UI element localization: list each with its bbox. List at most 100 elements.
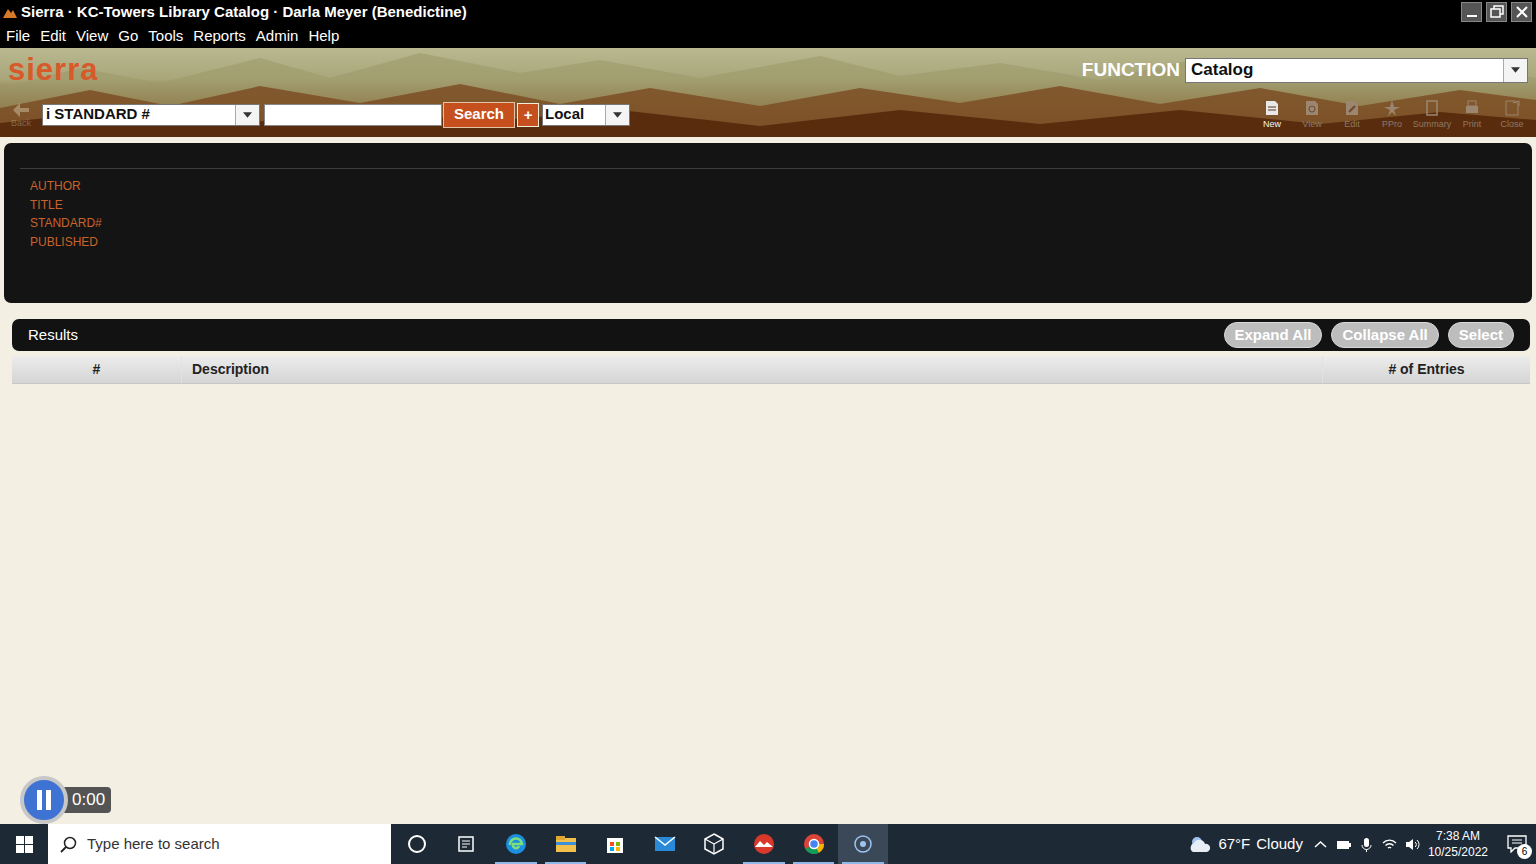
document-icon bbox=[1383, 99, 1401, 119]
menu-item[interactable]: Help bbox=[308, 24, 349, 48]
dropdown-arrow-icon[interactable] bbox=[235, 105, 259, 125]
action-label: Close bbox=[1500, 119, 1523, 130]
taskbar-app[interactable] bbox=[838, 824, 888, 864]
app-window: Sierra · KC-Towers Library Catalog · Dar… bbox=[0, 0, 1536, 864]
battery-icon[interactable] bbox=[1336, 837, 1351, 852]
column-header[interactable]: # bbox=[12, 356, 182, 383]
action-button[interactable]: Print bbox=[1452, 99, 1492, 130]
cortana-icon bbox=[405, 832, 429, 856]
function-dropdown[interactable]: Catalog bbox=[1185, 58, 1528, 83]
taskbar-app[interactable] bbox=[541, 824, 591, 864]
results-bar: ResultsExpand AllCollapse AllSelect bbox=[12, 319, 1530, 351]
close-icon[interactable] bbox=[1511, 2, 1532, 22]
results-button[interactable]: Collapse All bbox=[1331, 322, 1438, 348]
field-label: PUBLISHED bbox=[30, 233, 1520, 252]
clock-time: 7:38 AM bbox=[1428, 828, 1488, 844]
function-label: FUNCTION bbox=[1082, 56, 1180, 85]
taskbar-search[interactable]: Type here to search bbox=[48, 824, 391, 864]
edge-icon bbox=[504, 832, 528, 856]
panel-rule bbox=[20, 168, 1520, 169]
menu-item[interactable]: File bbox=[6, 24, 40, 48]
record-actions: New View Edit PProSummary Print Close bbox=[1252, 99, 1536, 130]
document-icon bbox=[1503, 99, 1521, 119]
clock[interactable]: 7:38 AM10/25/2022 bbox=[1428, 828, 1488, 860]
taskbar-app[interactable] bbox=[491, 824, 541, 864]
document-icon bbox=[1343, 99, 1361, 119]
minimize-icon[interactable] bbox=[1461, 2, 1482, 22]
search-button[interactable]: Search bbox=[443, 102, 515, 128]
cloud-icon bbox=[1188, 835, 1212, 853]
function-selector: FUNCTIONCatalog bbox=[1082, 56, 1536, 85]
dropdown-arrow-icon[interactable] bbox=[605, 105, 629, 125]
action-label: Print bbox=[1463, 119, 1482, 130]
weather-temp: 67°F bbox=[1218, 833, 1250, 856]
title-bar: Sierra · KC-Towers Library Catalog · Dar… bbox=[0, 0, 1536, 24]
action-button[interactable]: View bbox=[1292, 99, 1332, 130]
field-label: TITLE bbox=[30, 196, 1520, 215]
maximize-icon[interactable] bbox=[1486, 2, 1507, 22]
wifi-icon[interactable] bbox=[1382, 837, 1397, 852]
scope-value: Local bbox=[543, 103, 605, 126]
action-button[interactable]: New bbox=[1252, 99, 1292, 130]
record-fields: AUTHORTITLESTANDARD#PUBLISHED bbox=[20, 169, 1520, 251]
search-type-value: i STANDARD # bbox=[43, 103, 235, 126]
add-search-button[interactable]: + bbox=[517, 103, 539, 127]
taskbar-search-placeholder: Type here to search bbox=[87, 833, 220, 856]
taskbar: Type here to search 67°FCloudy 7:38 AM10/2… bbox=[0, 824, 1536, 864]
taskbar-app[interactable] bbox=[640, 824, 690, 864]
document-icon bbox=[1423, 99, 1441, 119]
back-button[interactable]: Back bbox=[0, 102, 42, 128]
menu-item[interactable]: Tools bbox=[148, 24, 193, 48]
search-type-dropdown[interactable]: i STANDARD # bbox=[42, 104, 260, 126]
mail-icon bbox=[653, 832, 677, 856]
function-value: Catalog bbox=[1186, 57, 1503, 83]
menu-item[interactable]: Go bbox=[118, 24, 148, 48]
results-button-state: Select bbox=[1439, 322, 1514, 348]
toolbar-row: Backi STANDARD # Search+Local New View Edit P… bbox=[0, 92, 1536, 137]
running-indicator bbox=[793, 862, 835, 864]
action-button[interactable]: PPro bbox=[1372, 99, 1412, 130]
search-icon bbox=[48, 836, 87, 853]
results-button[interactable]: Expand All bbox=[1224, 322, 1323, 348]
clock-date: 10/25/2022 bbox=[1428, 844, 1488, 860]
windows-start-icon[interactable] bbox=[0, 824, 48, 864]
action-button[interactable]: Close bbox=[1492, 99, 1532, 130]
pause-icon[interactable] bbox=[20, 776, 68, 824]
weather-widget[interactable]: 67°FCloudy bbox=[1188, 833, 1303, 856]
microphone-icon[interactable] bbox=[1359, 837, 1374, 852]
chrome-icon bbox=[802, 832, 826, 856]
cube-icon bbox=[702, 832, 726, 856]
taskview-icon bbox=[454, 832, 478, 856]
dropdown-arrow-icon[interactable] bbox=[1503, 59, 1527, 82]
taskbar-app[interactable] bbox=[442, 824, 492, 864]
taskbar-app[interactable] bbox=[392, 824, 442, 864]
field-label: AUTHOR bbox=[30, 177, 1520, 196]
action-button[interactable]: Summary bbox=[1412, 99, 1452, 130]
column-header[interactable]: # of Entries bbox=[1323, 356, 1530, 383]
scope-dropdown[interactable]: Local bbox=[542, 104, 630, 126]
taskbar-app[interactable] bbox=[739, 824, 789, 864]
action-label: View bbox=[1302, 119, 1321, 130]
window-controls bbox=[1461, 2, 1532, 22]
record-summary-panel: AUTHORTITLESTANDARD#PUBLISHED bbox=[4, 143, 1532, 303]
menu-item[interactable]: Reports bbox=[193, 24, 256, 48]
taskbar-app[interactable] bbox=[789, 824, 839, 864]
column-header[interactable]: Description bbox=[182, 356, 1323, 383]
speaker-icon[interactable] bbox=[1405, 837, 1420, 852]
menu-item[interactable]: View bbox=[76, 24, 118, 48]
sierra-logo: sierra bbox=[0, 52, 98, 88]
action-button[interactable]: Edit bbox=[1332, 99, 1372, 130]
action-label: Summary bbox=[1413, 119, 1452, 130]
document-icon bbox=[1463, 99, 1481, 119]
notification-center[interactable]: 6 bbox=[1502, 824, 1532, 864]
chevron-up-icon[interactable] bbox=[1313, 837, 1328, 852]
menu-item[interactable]: Edit bbox=[40, 24, 76, 48]
results-button[interactable]: Select bbox=[1448, 322, 1514, 348]
menu-item[interactable]: Admin bbox=[256, 24, 309, 48]
taskbar-app[interactable] bbox=[690, 824, 740, 864]
running-indicator bbox=[842, 862, 884, 864]
search-input[interactable] bbox=[264, 104, 442, 126]
sierra-icon bbox=[752, 832, 776, 856]
action-label: Edit bbox=[1344, 119, 1360, 130]
taskbar-app[interactable] bbox=[590, 824, 640, 864]
